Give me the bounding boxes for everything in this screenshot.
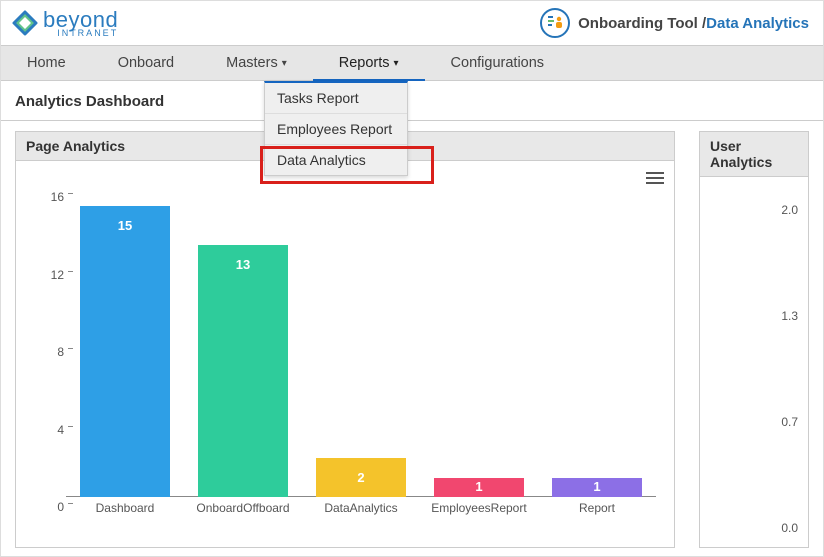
menu-tasks-report[interactable]: Tasks Report xyxy=(265,83,407,114)
chart-bar-value: 15 xyxy=(80,218,170,233)
page-title: Analytics Dashboard xyxy=(1,81,823,121)
reports-dropdown: Tasks Report Employees Report Data Analy… xyxy=(264,81,408,176)
breadcrumb-sep: / xyxy=(698,15,706,32)
chart-menu-button[interactable] xyxy=(646,169,664,187)
chart-bar-value: 2 xyxy=(316,470,406,485)
page-analytics-chart: 15 13 2 1 1 0 4 8 12 16 Dashboard OnboardOffboard D… xyxy=(22,187,660,525)
chart-y-tick: 4 xyxy=(57,423,64,429)
menu-data-analytics[interactable]: Data Analytics xyxy=(265,145,407,175)
brand-subword: INTRANET xyxy=(43,29,118,38)
breadcrumb: Onboarding Tool /Data Analytics xyxy=(540,8,809,38)
chart-x-label: Dashboard xyxy=(70,501,180,515)
nav-configurations[interactable]: Configurations xyxy=(425,46,571,80)
user-analytics-y-tick: 2.0 xyxy=(781,203,798,217)
onboarding-tool-icon xyxy=(540,8,570,38)
panel-user-analytics: User Analytics 2.0 1.3 0.7 0.0 xyxy=(699,131,809,548)
chart-bar-value: 1 xyxy=(552,479,642,494)
chart-y-tick: 12 xyxy=(51,268,64,274)
chart-y-tick: 8 xyxy=(57,345,64,351)
chart-bar[interactable]: 2 xyxy=(316,458,406,497)
panel-page-analytics: Page Analytics 1513211 0481216DashboardO… xyxy=(15,131,675,548)
nav-masters-label: Masters xyxy=(226,55,278,71)
chart-bar[interactable]: 15 xyxy=(80,206,170,497)
brand-icon xyxy=(11,9,39,37)
chart-bar[interactable]: 1 xyxy=(434,478,524,497)
breadcrumb-app: Onboarding Tool xyxy=(578,15,698,32)
chevron-down-icon: ▾ xyxy=(282,58,287,69)
nav-reports[interactable]: Reports ▾ xyxy=(313,46,425,80)
chart-bar-value: 13 xyxy=(198,257,288,272)
chart-bar[interactable]: 1 xyxy=(552,478,642,497)
chevron-down-icon: ▾ xyxy=(394,58,399,69)
chart-x-label: OnboardOffboard xyxy=(188,501,298,515)
nav-masters[interactable]: Masters ▾ xyxy=(200,46,313,80)
user-analytics-y-tick: 0.0 xyxy=(781,521,798,535)
chart-x-label: EmployeesReport xyxy=(424,501,534,515)
nav-reports-label: Reports xyxy=(339,55,390,71)
chart-bar[interactable]: 13 xyxy=(198,245,288,497)
panel-user-analytics-header: User Analytics xyxy=(700,132,808,177)
main-nav: Home Onboard Masters ▾ Reports ▾ Configu… xyxy=(1,45,823,81)
chart-y-tick: 0 xyxy=(57,500,64,506)
chart-y-tick: 16 xyxy=(51,190,64,196)
top-bar: beyond INTRANET Onboarding Tool /Data An… xyxy=(1,1,823,45)
brand-logo[interactable]: beyond INTRANET xyxy=(11,9,118,38)
user-analytics-y-tick: 1.3 xyxy=(781,309,798,323)
nav-onboard[interactable]: Onboard xyxy=(92,46,200,80)
chart-bar-value: 1 xyxy=(434,479,524,494)
chart-x-label: Report xyxy=(542,501,652,515)
chart-x-label: DataAnalytics xyxy=(306,501,416,515)
user-analytics-y-tick: 0.7 xyxy=(781,415,798,429)
breadcrumb-page[interactable]: Data Analytics xyxy=(706,15,809,32)
nav-home[interactable]: Home xyxy=(1,46,92,80)
panels-row: Page Analytics 1513211 0481216DashboardO… xyxy=(1,121,823,548)
menu-employees-report[interactable]: Employees Report xyxy=(265,114,407,145)
